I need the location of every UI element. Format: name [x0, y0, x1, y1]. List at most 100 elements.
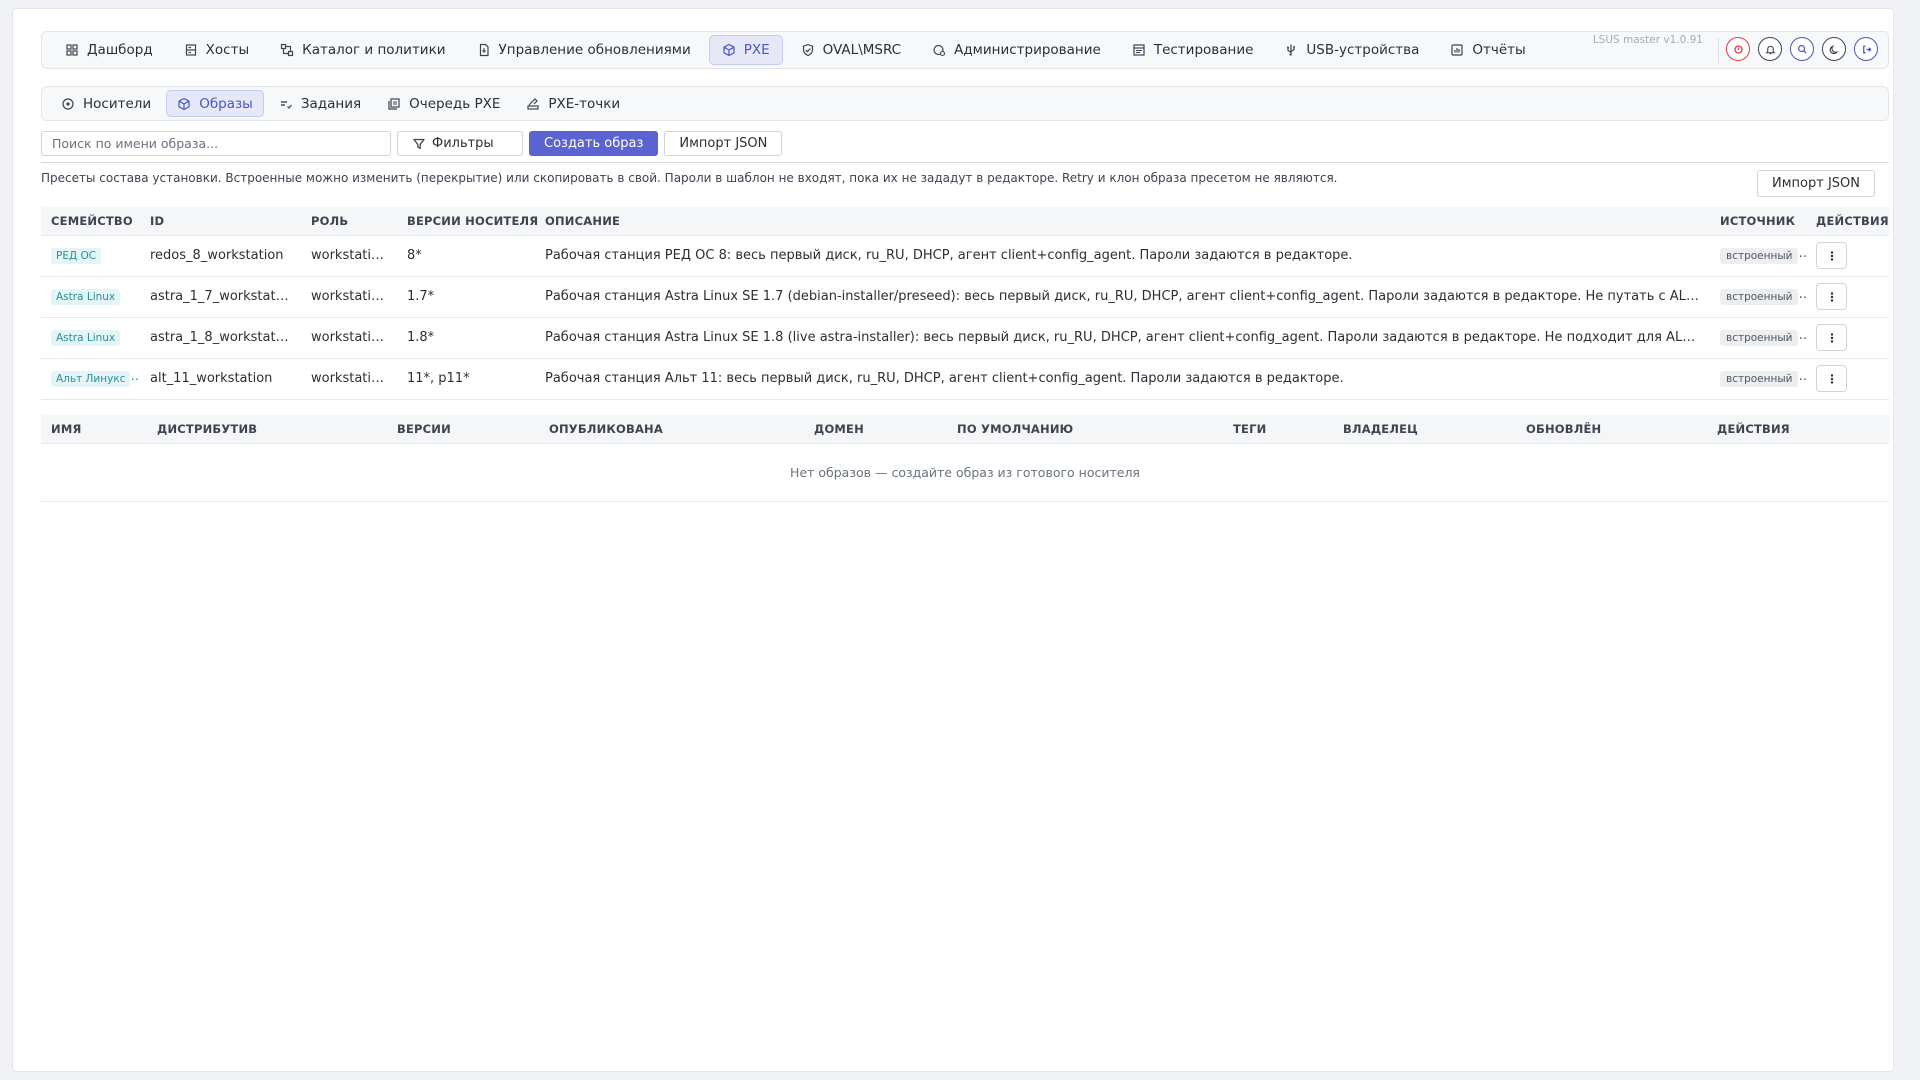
- logout-icon: [1859, 42, 1873, 56]
- notifications-button[interactable]: [1758, 37, 1782, 61]
- alert-button[interactable]: [1726, 37, 1750, 61]
- row-actions-button[interactable]: [1816, 242, 1847, 269]
- more-vertical-icon: [1825, 372, 1839, 386]
- create-image-label: Создать образ: [544, 136, 644, 151]
- top-actions: [1726, 37, 1878, 61]
- presets-column-header[interactable]: Семейство: [41, 207, 140, 235]
- topnav-item-2[interactable]: Хосты: [171, 35, 262, 65]
- preset-actions-cell: [1806, 276, 1889, 318]
- subnav-item-3[interactable]: Задания: [268, 90, 372, 117]
- preset-family-cell: Альт Линукс: [41, 358, 140, 400]
- preset-id-cell: astra_1_8_workstation: [140, 317, 301, 359]
- row-actions-button[interactable]: [1816, 283, 1847, 310]
- cube-icon: [722, 43, 736, 57]
- report-icon: [1450, 43, 1464, 57]
- subnav-item-label: PXE-точки: [548, 95, 621, 112]
- subnav-item-5[interactable]: PXE-точки: [515, 90, 631, 117]
- preset-source-cell: встроенный: [1710, 235, 1806, 277]
- preset-row[interactable]: Astra Linux astra_1_8_workstation workstat…: [41, 317, 1889, 359]
- theme-toggle-button[interactable]: [1822, 37, 1846, 61]
- preset-versions-cell: 11*, p11*: [397, 358, 535, 400]
- topnav-item-4[interactable]: Управление обновлениями: [464, 35, 704, 65]
- preset-id-cell: redos_8_workstation: [140, 235, 301, 277]
- presets-import-json-label: Импорт JSON: [1772, 176, 1860, 191]
- images-column-header[interactable]: Имя: [41, 415, 147, 443]
- presets-column-header[interactable]: Действия: [1806, 207, 1889, 235]
- topnav-item-label: PXE: [743, 42, 770, 58]
- presets-column-header[interactable]: Источник: [1710, 207, 1806, 235]
- logout-button[interactable]: [1854, 37, 1878, 61]
- create-image-button[interactable]: Создать образ: [529, 131, 659, 156]
- usb-icon: [1284, 43, 1298, 57]
- topnav-item-6[interactable]: OVAL\MSRC: [788, 35, 914, 65]
- preset-description-cell: Рабочая станция Альт 11: весь первый дис…: [535, 358, 1710, 400]
- network-icon: [280, 43, 294, 57]
- preset-row[interactable]: РЕД ОС redos_8_workstation workstation 8* Ра…: [41, 235, 1889, 277]
- preset-versions-cell: 1.7*: [397, 276, 535, 318]
- topnav-item-8[interactable]: Тестирование: [1119, 35, 1267, 65]
- search-icon: [1795, 42, 1809, 56]
- family-badge: Astra Linux: [51, 288, 121, 305]
- import-json-button[interactable]: Импорт JSON: [664, 131, 783, 156]
- toolbar-divider: [1718, 38, 1719, 64]
- topnav-item-9[interactable]: USB-устройства: [1271, 35, 1432, 65]
- images-column-header[interactable]: Опубликована: [539, 415, 804, 443]
- images-column-header[interactable]: Домен: [804, 415, 947, 443]
- preset-actions-cell: [1806, 358, 1889, 400]
- topnav-item-1[interactable]: Дашборд: [52, 35, 166, 65]
- preset-role-cell: workstation: [301, 317, 397, 359]
- images-column-header[interactable]: Дистрибутив: [147, 415, 387, 443]
- presets-column-header[interactable]: Описание: [535, 207, 1710, 235]
- admin-gear-icon: [932, 43, 946, 57]
- images-column-header[interactable]: Обновлён: [1516, 415, 1707, 443]
- family-badge: Альт Линукс: [51, 370, 131, 387]
- presets-table: Семейство ID Роль Версии носителя Описание Ис…: [41, 207, 1889, 400]
- moon-icon: [1827, 42, 1841, 56]
- preset-description-cell: Рабочая станция Astra Linux SE 1.8 (live…: [535, 317, 1710, 359]
- subnav-item-2[interactable]: Образы: [166, 90, 264, 117]
- dashboard-icon: [65, 43, 79, 57]
- topnav-item-label: USB-устройства: [1306, 42, 1420, 58]
- cube-icon: [177, 97, 191, 111]
- images-column-header[interactable]: По умолчанию: [947, 415, 1223, 443]
- preset-actions-cell: [1806, 317, 1889, 359]
- subnav-item-1[interactable]: Носители: [50, 90, 162, 117]
- preset-family-cell: Astra Linux: [41, 317, 140, 359]
- presets-column-header[interactable]: Роль: [301, 207, 397, 235]
- images-toolbar: Фильтры Создать образ Импорт JSON: [41, 131, 783, 156]
- pxe-point-icon: [526, 97, 540, 111]
- family-badge: РЕД ОС: [51, 247, 102, 264]
- preset-row[interactable]: Astra Linux astra_1_7_workstation workstat…: [41, 276, 1889, 318]
- topnav-item-3[interactable]: Каталог и политики: [267, 35, 458, 65]
- server-icon: [184, 43, 198, 57]
- row-actions-button[interactable]: [1816, 365, 1847, 392]
- global-search-button[interactable]: [1790, 37, 1814, 61]
- images-column-header[interactable]: Действия: [1707, 415, 1889, 443]
- row-actions-button[interactable]: [1816, 324, 1847, 351]
- preset-description-cell: Рабочая станция РЕД ОС 8: весь первый ди…: [535, 235, 1710, 277]
- image-search-input[interactable]: [41, 131, 391, 156]
- images-column-header[interactable]: Владелец: [1333, 415, 1516, 443]
- topnav-item-10[interactable]: Отчёты: [1437, 35, 1538, 65]
- preset-role-cell: workstation: [301, 276, 397, 318]
- presets-import-json-button[interactable]: Импорт JSON: [1757, 170, 1875, 197]
- topnav-item-5[interactable]: PXE: [708, 35, 783, 65]
- topnav-item-label: Хосты: [205, 42, 250, 58]
- topnav-item-7[interactable]: Администрирование: [919, 35, 1114, 65]
- preset-id-cell: astra_1_7_workstation: [140, 276, 301, 318]
- presets-column-header[interactable]: Версии носителя: [397, 207, 538, 235]
- disc-icon: [61, 97, 75, 111]
- subnav-item-4[interactable]: Очередь PXE: [376, 90, 511, 117]
- topnav-item-label: Тестирование: [1153, 42, 1254, 58]
- subnav-item-label: Задания: [300, 95, 362, 112]
- filters-label: Фильтры: [432, 136, 494, 151]
- images-empty-row: Нет образов — создайте образ из готового…: [41, 443, 1889, 502]
- images-column-header[interactable]: Версии: [387, 415, 539, 443]
- topnav-item-label: Администрирование: [954, 42, 1101, 58]
- presets-column-header[interactable]: ID: [140, 207, 301, 235]
- topnav-item-label: Дашборд: [87, 42, 153, 58]
- presets-hint: Пресеты состава установки. Встроенные мо…: [41, 171, 1338, 185]
- preset-row[interactable]: Альт Линукс alt_11_workstation workstation…: [41, 358, 1889, 400]
- filters-button[interactable]: Фильтры: [397, 131, 523, 156]
- images-column-header[interactable]: Теги: [1223, 415, 1333, 443]
